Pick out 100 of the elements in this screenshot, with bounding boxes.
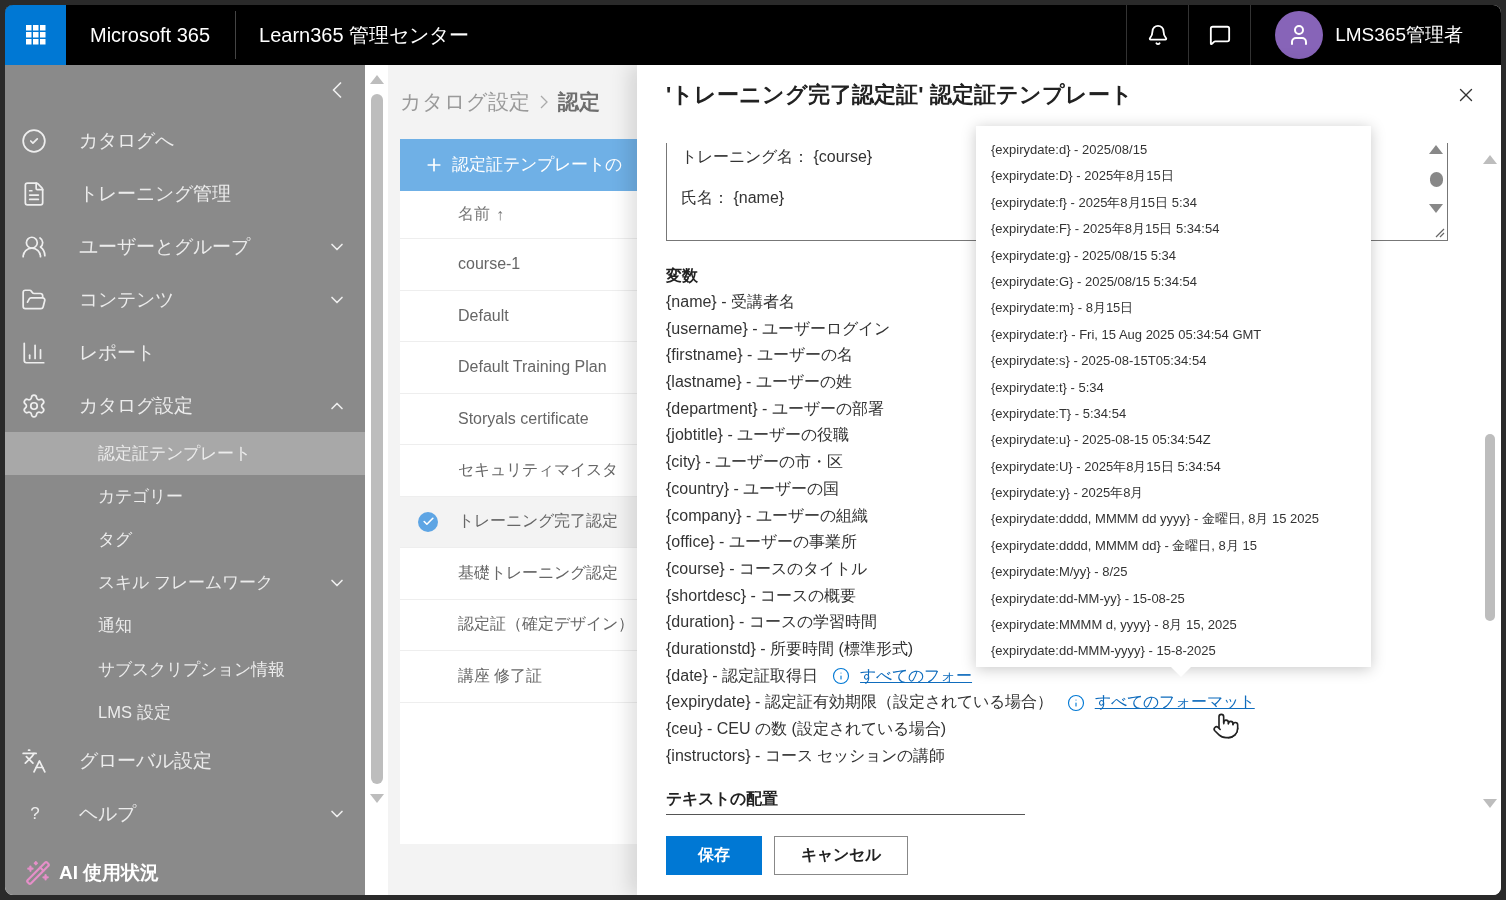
- all-formats-link[interactable]: すべてのフォーマット: [1094, 689, 1255, 716]
- variable-description: {course} - コースのタイトル: [666, 558, 867, 579]
- format-item: {expirydate:M/yy} - 8/25: [991, 563, 1129, 582]
- variable-description: {company} - ユーザーの組織: [666, 505, 868, 526]
- avatar[interactable]: [1275, 11, 1324, 59]
- format-item: {expirydate:D} - 2025年8月15日: [991, 167, 1175, 186]
- chevron-right-icon: [540, 95, 548, 109]
- variable-description: {shortdesc} - コースの概要: [666, 585, 857, 606]
- nav-item[interactable]: レポート: [5, 326, 365, 380]
- nav-subitem[interactable]: サブスクリプション情報: [5, 647, 365, 692]
- bar-chart-icon: [21, 339, 47, 366]
- nav-item[interactable]: ? ヘルプ: [5, 787, 365, 841]
- waffle-icon: [25, 25, 46, 45]
- nav-item[interactable]: AI 使用状況: [5, 840, 365, 895]
- hand-cursor-icon: [1212, 712, 1240, 740]
- magic-wand-icon: [25, 859, 51, 886]
- row-name: Default: [458, 306, 509, 325]
- people-icon: [21, 234, 47, 260]
- create-template-button[interactable]: 認定証テンプレートの: [400, 139, 637, 191]
- format-item: {expirydate:G} - 2025/08/15 5:34:54: [991, 272, 1198, 291]
- section-heading: テキストの配置: [666, 789, 1025, 816]
- chat-icon: [1208, 24, 1231, 46]
- document-icon: [21, 181, 47, 208]
- variable-description: {date} - 認定証取得日: [666, 665, 819, 686]
- format-item: {expirydate:F} - 2025年8月15日 5:34:54: [991, 220, 1221, 239]
- format-item: {expirydate:r} - Fri, 15 Aug 2025 05:34:54 GMT: [991, 325, 1263, 344]
- column-header[interactable]: 名前: [458, 204, 490, 225]
- variable-description: {jobtitle} - ユーザーの役職: [666, 425, 850, 446]
- row-name: Storyals certificate: [458, 409, 589, 428]
- check-circle-icon: [21, 128, 47, 155]
- row-name: セキュリティマイスタ: [458, 459, 618, 480]
- row-name: 基礎トレーニング認定: [458, 562, 618, 583]
- all-formats-link[interactable]: すべてのフォー: [860, 662, 973, 690]
- format-item: {expirydate:t} - 5:34: [991, 378, 1105, 397]
- scrollbar-thumb[interactable]: [1485, 434, 1495, 621]
- variable-description: {duration} - コースの学習時間: [666, 612, 877, 633]
- format-item: {expirydate:dddd, MMMM dd yyyy} - 金曜日, 8月 15 2025: [991, 510, 1321, 529]
- folder-icon: [21, 286, 47, 313]
- cancel-button[interactable]: キャンセル: [774, 836, 908, 875]
- nav-subitem[interactable]: カテゴリー: [5, 475, 365, 519]
- product-name[interactable]: Microsoft 365: [66, 23, 236, 47]
- nav-item[interactable]: カタログ設定: [5, 379, 365, 433]
- variable-description: {lastname} - ユーザーの姓: [666, 372, 852, 393]
- variable-description: {department} - ユーザーの部署: [666, 398, 884, 419]
- nav-item[interactable]: ユーザーとグループ: [5, 220, 365, 274]
- format-item: {expirydate:y} - 2025年8月: [991, 484, 1145, 503]
- check-circle-icon: [418, 511, 438, 532]
- nav-subitem[interactable]: 認定証テンプレート: [5, 432, 365, 476]
- format-item: {expirydate:u} - 2025-08-15 05:34:54Z: [991, 431, 1212, 450]
- row-name: course-1: [458, 255, 521, 274]
- variable-description: {firstname} - ユーザーの名: [666, 345, 853, 366]
- breadcrumb-item[interactable]: カタログ設定: [400, 88, 530, 116]
- info-icon[interactable]: [1066, 693, 1085, 712]
- list-row[interactable]: トレーニング完了認定: [400, 496, 637, 548]
- nav-item[interactable]: コンテンツ: [5, 273, 365, 327]
- app-launcher-button[interactable]: [5, 5, 66, 65]
- format-item: {expirydate:dd-MMM-yyyy} - 15-8-2025: [991, 642, 1217, 661]
- format-item: {expirydate:d} - 2025/08/15: [991, 141, 1149, 159]
- scrollbar-thumb[interactable]: [1429, 171, 1443, 187]
- row-name: 講座 修了証: [458, 665, 543, 686]
- gear-icon: [21, 392, 47, 419]
- nav-subitem[interactable]: LMS 設定: [5, 691, 365, 735]
- app-title: Learn365 管理センター: [258, 22, 471, 48]
- format-item: {expirydate:s} - 2025-08-15T05:34:54: [991, 352, 1208, 371]
- format-item: {expirydate:g} - 2025/08/15 5:34: [991, 246, 1178, 265]
- panel-title: 'トレーニング完了認定証' 認定証テンプレート: [666, 81, 1134, 109]
- nav-subitem[interactable]: 通知: [5, 604, 365, 648]
- scrollbar-thumb[interactable]: [370, 94, 383, 784]
- row-name: Default Training Plan: [458, 358, 607, 377]
- variable-description: {instructors} - コース セッションの講師: [666, 745, 946, 766]
- nav-item[interactable]: カタログへ: [5, 114, 365, 168]
- variable-description: {country} - ユーザーの国: [666, 478, 840, 499]
- variable-description: {office} - ユーザーの事業所: [666, 532, 857, 553]
- nav-subitem[interactable]: タグ: [5, 518, 365, 562]
- user-name: LMS365管理者: [1335, 23, 1463, 47]
- scroll-up-icon[interactable]: [1483, 155, 1497, 164]
- nav-item[interactable]: トレーニング管理: [5, 167, 365, 221]
- nav-item[interactable]: グローバル設定: [5, 734, 365, 788]
- format-item: {expirydate:dddd, MMMM dd} - 金曜日, 8月 15: [991, 536, 1258, 555]
- variable-description: {ceu} - CEU の数 (設定されている場合): [666, 719, 947, 739]
- variable-description: {username} - ユーザーログイン: [666, 318, 891, 339]
- help-icon: ?: [21, 803, 49, 824]
- breadcrumb-item[interactable]: 認定: [558, 88, 600, 116]
- variable-description: {durationstd} - 所要時間 (標準形式): [666, 638, 914, 659]
- info-icon[interactable]: [832, 666, 851, 685]
- scroll-down-icon[interactable]: [1483, 799, 1497, 808]
- variable-description: {city} - ユーザーの市・区: [666, 452, 843, 473]
- format-item: {expirydate:T} - 5:34:54: [991, 404, 1128, 423]
- row-name: トレーニング完了認定: [458, 511, 618, 532]
- resize-grip-icon[interactable]: [1435, 228, 1445, 238]
- save-button[interactable]: 保存: [666, 836, 762, 875]
- section-heading: 変数: [666, 266, 698, 286]
- scroll-down-icon[interactable]: [1429, 204, 1443, 213]
- format-item: {expirydate:m} - 8月15日: [991, 299, 1135, 318]
- sort-indicator: ↑: [496, 205, 504, 224]
- scroll-up-icon[interactable]: [1429, 145, 1443, 154]
- format-item: {expirydate:U} - 2025年8月15日 5:34:54: [991, 457, 1222, 476]
- format-item: {expirydate:MMMM d, yyyy} - 8月 15, 2025: [991, 616, 1238, 635]
- variable-description: {name} - 受講者名: [666, 292, 795, 312]
- nav-subitem[interactable]: スキル フレームワーク: [5, 561, 365, 605]
